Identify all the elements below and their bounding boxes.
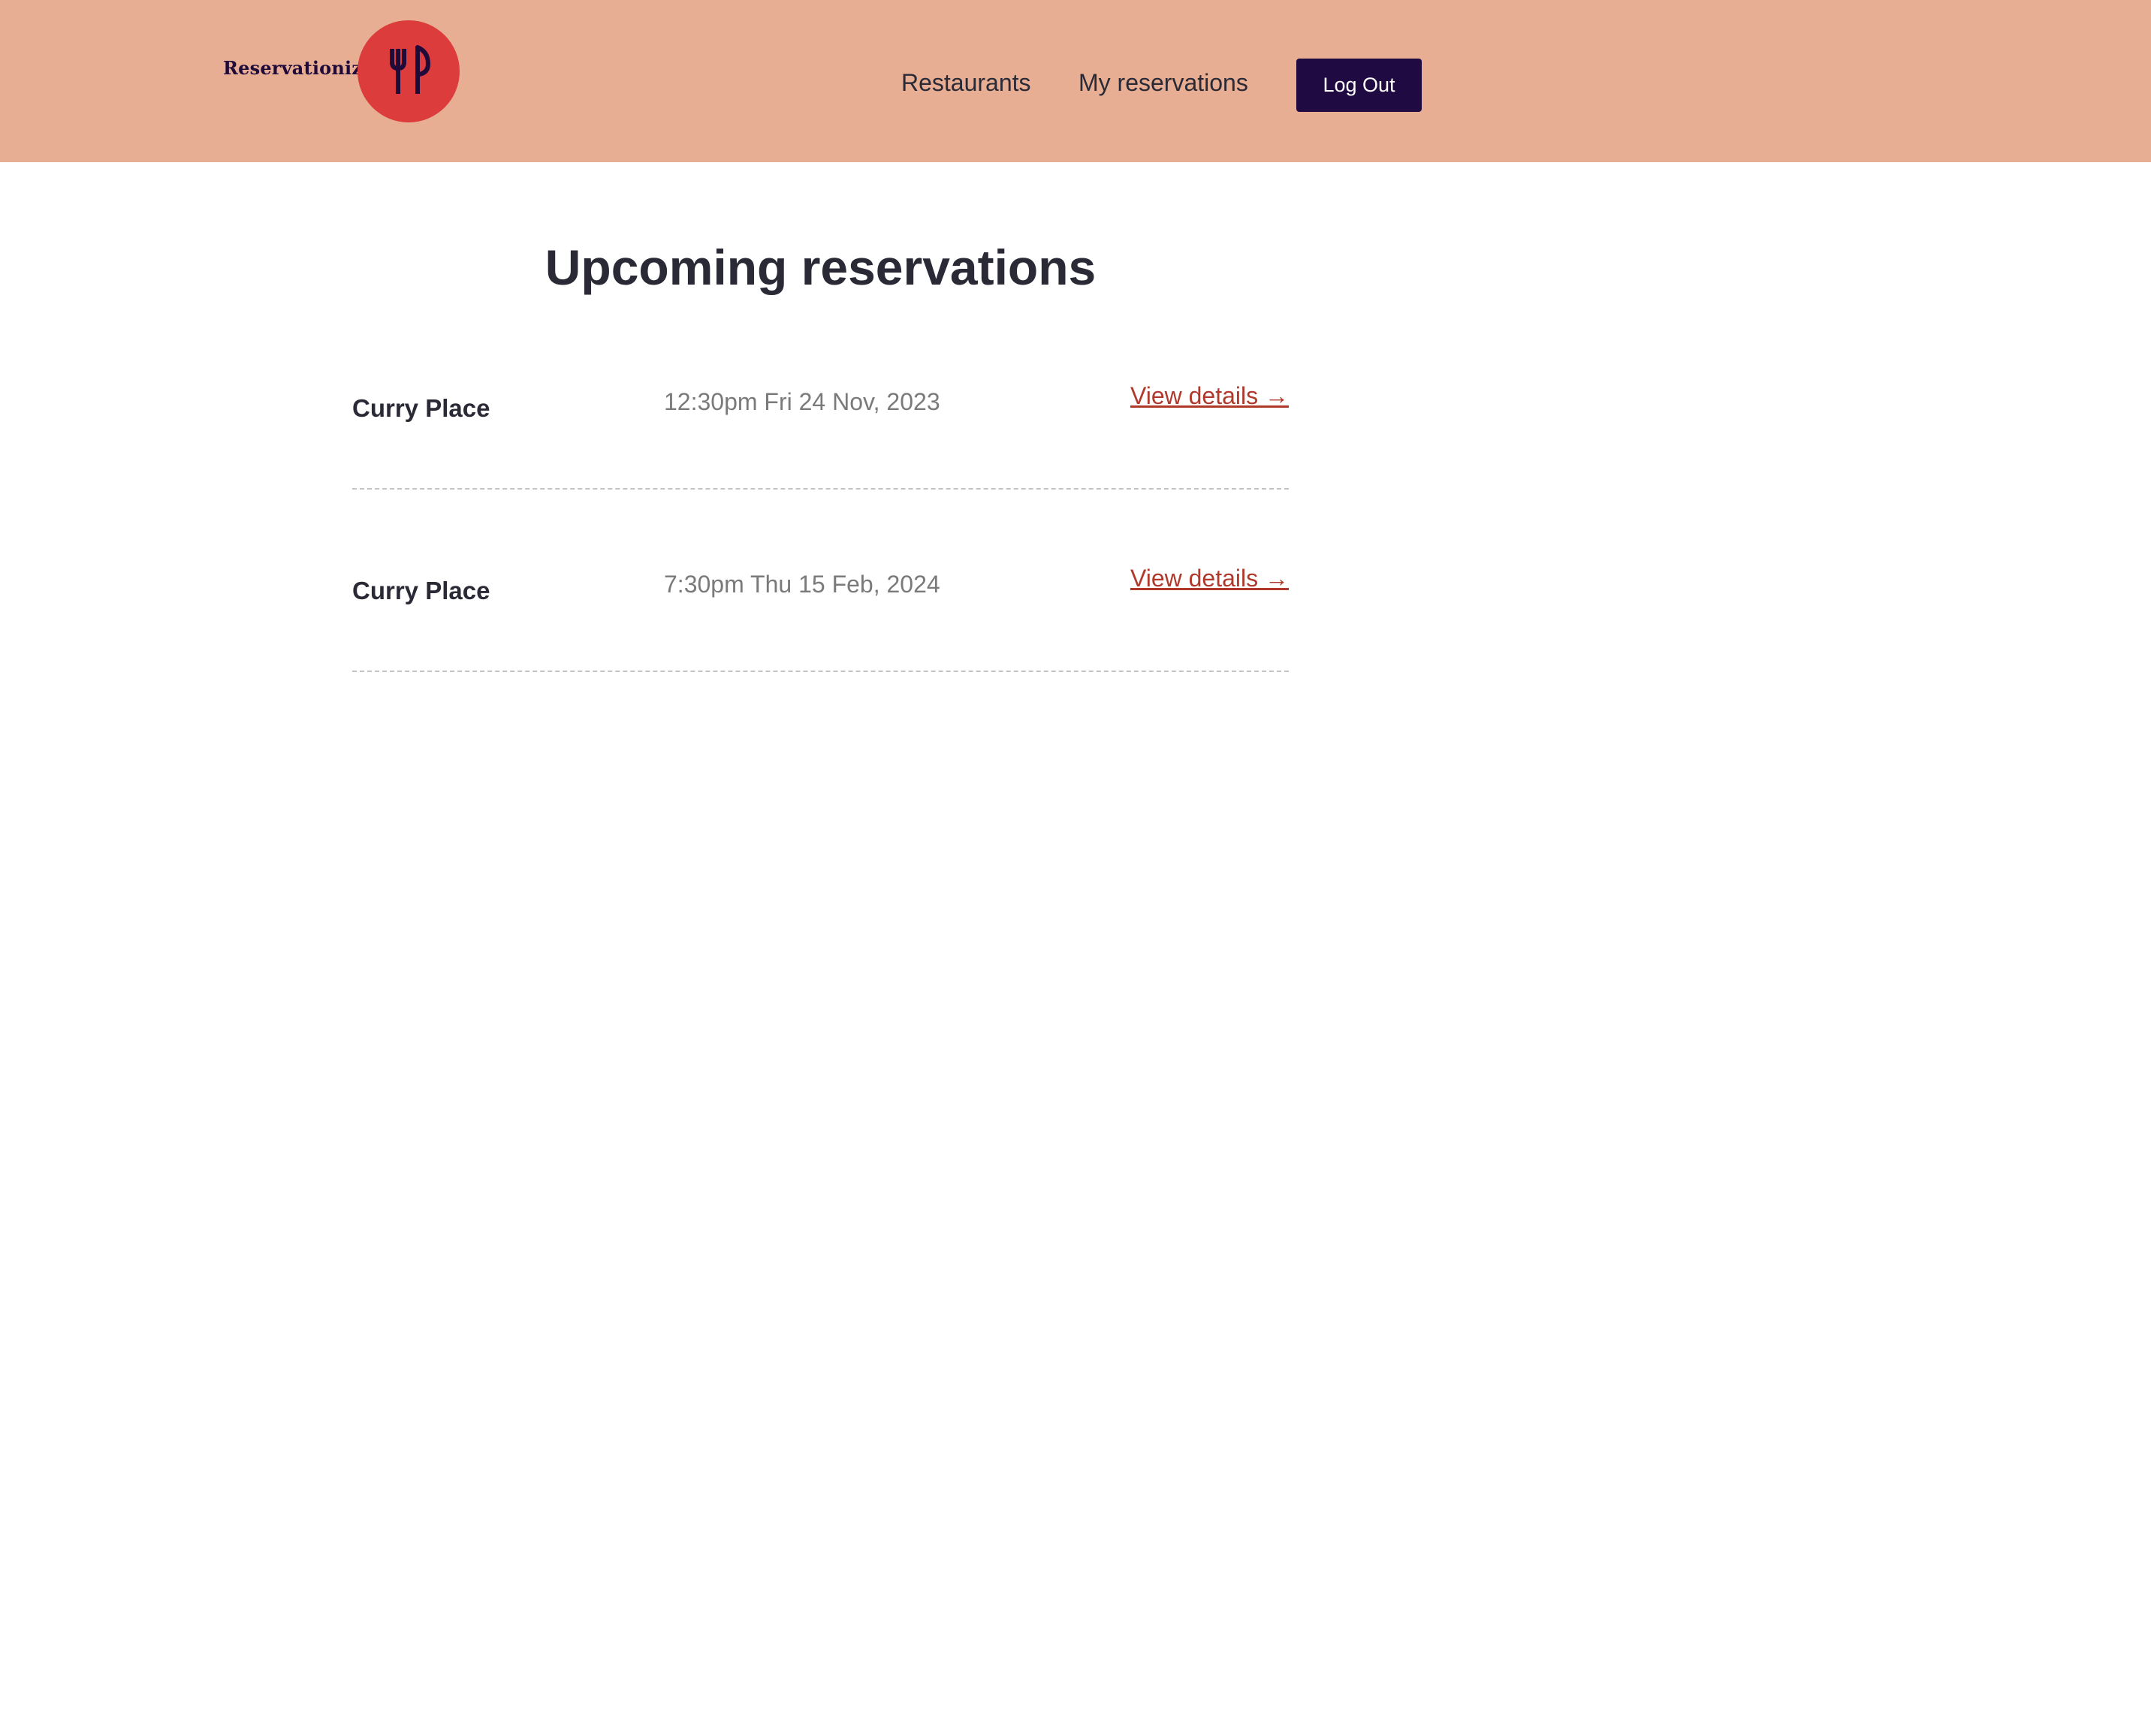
view-details-link[interactable]: View details → <box>1130 565 1289 592</box>
site-header: Reservationizr Restaurants My reservatio… <box>0 0 2151 162</box>
reservation-item: Curry Place 7:30pm Thu 15 Feb, 2024 View… <box>352 488 1289 672</box>
reservation-restaurant: Curry Place <box>352 577 490 604</box>
logout-button[interactable]: Log Out <box>1296 59 1422 112</box>
nav-my-reservations[interactable]: My reservations <box>1079 69 1248 97</box>
logo[interactable] <box>357 20 460 122</box>
brand-name[interactable]: Reservationizr <box>223 57 372 79</box>
reservation-datetime: 12:30pm Fri 24 Nov, 2023 <box>664 388 940 415</box>
reservation-datetime: 7:30pm Thu 15 Feb, 2024 <box>664 571 940 598</box>
page-title: Upcoming reservations <box>545 240 1097 295</box>
fork-and-knife-icon <box>390 45 430 94</box>
reservation-item: Curry Place 12:30pm Fri 24 Nov, 2023 Vie… <box>352 306 1289 490</box>
view-details-link[interactable]: View details → <box>1130 382 1289 410</box>
reservation-restaurant: Curry Place <box>352 394 490 422</box>
nav-restaurants[interactable]: Restaurants <box>901 69 1031 97</box>
